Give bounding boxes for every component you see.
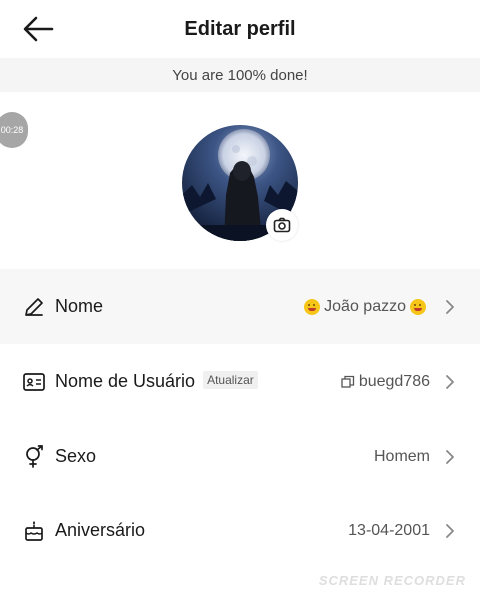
gender-row[interactable]: Sexo Homem bbox=[0, 419, 480, 494]
gender-value: Homem bbox=[373, 447, 430, 465]
username-value-wrap: buegd786 bbox=[341, 373, 430, 391]
camera-icon bbox=[273, 217, 291, 233]
pencil-icon bbox=[22, 295, 46, 319]
name-value: João pazzo bbox=[324, 297, 406, 315]
username-label-text: Nome de Usuário bbox=[55, 371, 196, 391]
chevron-right-icon bbox=[444, 299, 456, 314]
birthday-label: Aniversário bbox=[55, 520, 146, 540]
cake-icon bbox=[22, 519, 46, 543]
username-value: buegd786 bbox=[358, 372, 430, 390]
name-row[interactable]: Nome João pazzo bbox=[0, 269, 480, 344]
update-username-tag[interactable]: Atualizar bbox=[203, 371, 258, 390]
birthday-value: 13-04-2001 bbox=[348, 521, 430, 539]
smile-emoji-icon bbox=[410, 298, 426, 315]
id-card-icon bbox=[22, 370, 46, 394]
header: Editar perfil bbox=[0, 0, 480, 58]
avatar-container bbox=[182, 125, 298, 241]
recording-timer: 00:28 bbox=[0, 112, 28, 148]
change-photo-button[interactable] bbox=[266, 209, 298, 241]
chevron-right-icon bbox=[444, 374, 456, 389]
smile-emoji-icon bbox=[304, 298, 321, 315]
copy-icon[interactable] bbox=[341, 375, 355, 389]
birthday-row[interactable]: Aniversário 13-04-2001 bbox=[0, 493, 480, 568]
username-row[interactable]: Nome de Usuário Atualizar buegd786 bbox=[0, 344, 480, 419]
gender-icon bbox=[22, 444, 46, 469]
gender-label: Sexo bbox=[55, 446, 97, 466]
chevron-right-icon bbox=[444, 523, 456, 538]
screen-recorder-watermark: SCREEN RECORDER bbox=[318, 573, 466, 588]
page-title: Editar perfil bbox=[184, 18, 296, 40]
name-value-wrap: João pazzo bbox=[300, 298, 430, 316]
username-label: Nome de Usuário Atualizar bbox=[55, 371, 258, 392]
chevron-right-icon bbox=[444, 449, 456, 464]
name-label: Nome bbox=[55, 296, 104, 316]
progress-banner: You are 100% done! bbox=[0, 58, 480, 92]
